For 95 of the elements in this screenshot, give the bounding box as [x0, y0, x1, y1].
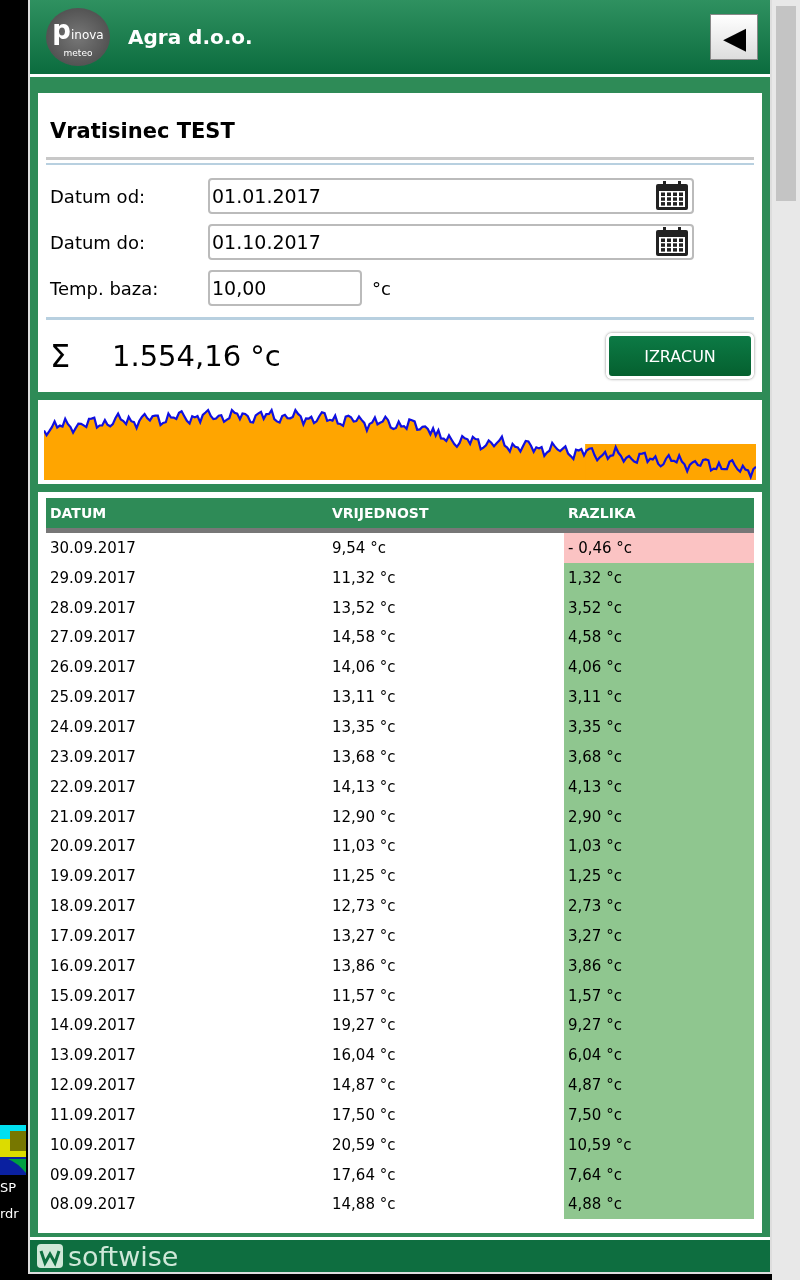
difference-cell: - 0,46 °c — [564, 533, 754, 563]
station-title: Vratisinec TEST — [49, 118, 236, 145]
table-cell-text: 14,87 °c — [331, 1076, 397, 1095]
app-logo: pinova meteo — [46, 8, 110, 66]
table-cell-text: 14,13 °c — [331, 777, 397, 796]
table-cell-text: 16.09.2017 — [49, 956, 137, 975]
difference-cell: 3,35 °c — [564, 712, 754, 742]
table-cell-text: 14,58 °c — [331, 628, 397, 647]
table-cell-text: 23.09.2017 — [49, 747, 137, 766]
sum-value: 1.554,16 °c — [112, 339, 282, 373]
table-cell-text: 14,06 °c — [331, 658, 397, 677]
field-label: Datum od: — [50, 185, 147, 207]
column-header: VRIJEDNOST — [331, 505, 430, 521]
table-cell-text: 22.09.2017 — [49, 777, 137, 796]
difference-cell: 3,11 °c — [564, 682, 754, 713]
table-cell-text: 27.09.2017 — [49, 628, 137, 647]
difference-cell: 4,06 °c — [564, 652, 754, 683]
table-cell-text: 13,11 °c — [331, 688, 397, 707]
company-title: Agra d.o.o. — [128, 25, 254, 49]
sum-symbol: Σ — [50, 337, 72, 375]
difference-cell: 4,58 °c — [564, 622, 754, 653]
difference-cell: 1,57 °c — [564, 980, 754, 1011]
difference-cell: 3,86 °c — [564, 950, 754, 981]
table-cell-text: 28.09.2017 — [49, 598, 137, 617]
desktop-icon-label: rdr — [0, 1205, 20, 1223]
table-cell-text: 12,73 °c — [331, 897, 397, 916]
table-cell-text: 12,90 °c — [331, 807, 397, 826]
table-cell-text: 10.09.2017 — [49, 1135, 137, 1154]
table-cell-text: 11.09.2017 — [49, 1105, 137, 1124]
table-cell-text: 25.09.2017 — [49, 688, 137, 707]
table-cell-text: 11,03 °c — [331, 837, 397, 856]
table-cell-text: 17,50 °c — [331, 1105, 397, 1124]
table-cell-text: 13,27 °c — [331, 926, 397, 945]
table-cell-text: 21.09.2017 — [49, 807, 137, 826]
difference-cell: 3,52 °c — [564, 592, 754, 623]
scrollbar[interactable] — [772, 0, 800, 1280]
scroll-thumb[interactable] — [776, 6, 796, 201]
table-cell-text: 26.09.2017 — [49, 658, 137, 677]
date-field[interactable]: 01.10.2017 — [208, 224, 694, 260]
table-cell-text: 19,27 °c — [331, 1016, 397, 1035]
table-cell-text: 09.09.2017 — [49, 1165, 137, 1184]
table-cell-text: 16,04 °c — [331, 1046, 397, 1065]
desktop-icon-label: SP — [0, 1179, 18, 1197]
difference-cell: 6,04 °c — [564, 1040, 754, 1071]
back-button[interactable]: ◀ — [710, 14, 758, 60]
column-header: RAZLIKA — [567, 505, 637, 521]
table-cell-text: 13.09.2017 — [49, 1046, 137, 1065]
table-cell-text: 17.09.2017 — [49, 926, 137, 945]
column-header: DATUM — [49, 505, 108, 521]
table-cell-text: 11,32 °c — [331, 568, 397, 587]
table-cell-text: 30.09.2017 — [49, 538, 137, 557]
difference-cell: 1,03 °c — [564, 831, 754, 862]
table-cell-text: 08.09.2017 — [49, 1195, 137, 1214]
difference-cell: 7,50 °c — [564, 1100, 754, 1130]
calendar-icon[interactable] — [654, 226, 690, 258]
difference-cell: 2,73 °c — [564, 891, 754, 921]
table-cell-text: 15.09.2017 — [49, 986, 137, 1005]
table-cell-text: 20.09.2017 — [49, 837, 137, 856]
field-label: Temp. baza: — [50, 277, 160, 299]
difference-cell: 9,27 °c — [564, 1010, 754, 1041]
input-field[interactable]: 10,00 — [208, 270, 362, 306]
difference-cell: 1,25 °c — [564, 861, 754, 892]
table-cell-text: 24.09.2017 — [49, 718, 137, 736]
difference-cell: 2,90 °c — [564, 801, 754, 832]
table-cell-text: 13,68 °c — [331, 747, 397, 766]
table-cell-text: 12.09.2017 — [49, 1076, 137, 1095]
calculate-button[interactable]: IZRACUN — [606, 333, 754, 379]
table-cell-text: 13,86 °c — [331, 956, 397, 975]
difference-cell: 4,13 °c — [564, 771, 754, 802]
brand-logo-icon — [36, 1243, 64, 1269]
table-cell-text: 14,88 °c — [331, 1195, 397, 1214]
table-cell-text: 11,57 °c — [331, 986, 397, 1005]
difference-cell: 1,32 °c — [564, 562, 754, 593]
table-cell-text: 13,52 °c — [331, 598, 397, 617]
table-cell-text: 17,64 °c — [331, 1165, 397, 1184]
table-cell-text: 14.09.2017 — [49, 1016, 137, 1035]
difference-cell: 3,27 °c — [564, 920, 754, 951]
table-cell-text: 29.09.2017 — [49, 568, 137, 587]
date-field[interactable]: 01.01.2017 — [208, 178, 694, 214]
difference-cell: 4,87 °c — [564, 1070, 754, 1101]
brand-name: softwise — [68, 1242, 179, 1270]
desktop-app-icon[interactable] — [0, 1125, 26, 1175]
difference-cell: 4,88 °c — [564, 1189, 754, 1220]
table-cell-text: 20,59 °c — [331, 1135, 397, 1154]
table-cell-text: 9,54 °c — [331, 538, 387, 557]
table-cell-text: 18.09.2017 — [49, 897, 137, 916]
table-cell-text: 13,35 °c — [331, 718, 397, 736]
unit-label: °c — [372, 277, 391, 299]
table-cell-text: 19.09.2017 — [49, 867, 137, 886]
table-cell-text: 11,25 °c — [331, 867, 397, 886]
difference-cell: 10,59 °c — [564, 1129, 754, 1160]
difference-cell: 3,68 °c — [564, 741, 754, 772]
difference-cell: 7,64 °c — [564, 1159, 754, 1190]
field-label: Datum do: — [50, 231, 147, 253]
calendar-icon[interactable] — [654, 180, 690, 212]
